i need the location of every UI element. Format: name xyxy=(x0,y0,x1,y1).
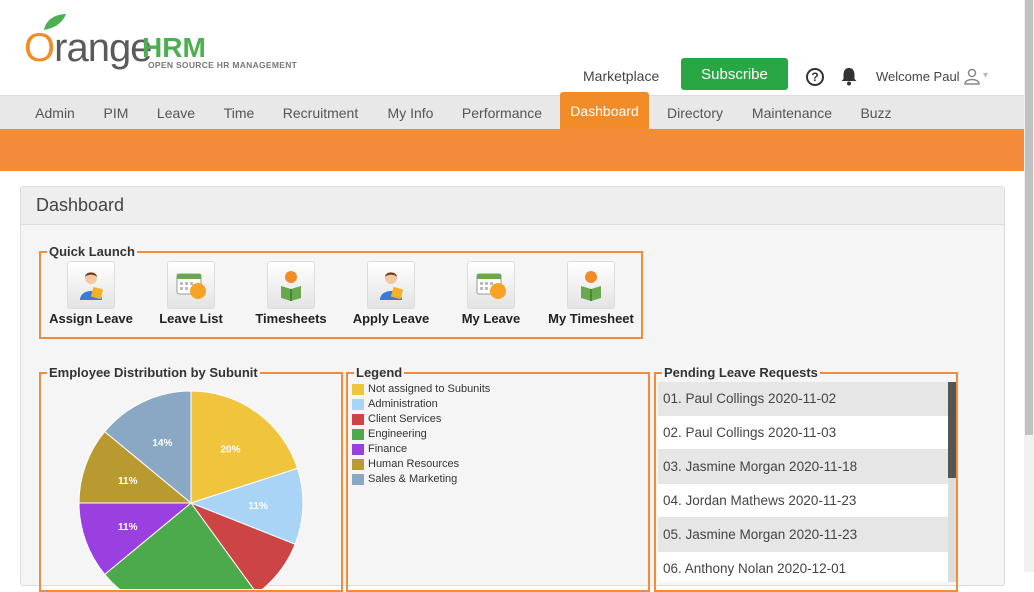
pie-data-label: 20% xyxy=(220,445,240,456)
quick-launch-label: Apply Leave xyxy=(352,311,430,326)
legend-item: Client Services xyxy=(352,412,441,426)
page-scrollbar-thumb[interactable] xyxy=(1025,0,1033,435)
menu-item-leave[interactable]: Leave xyxy=(142,96,210,130)
quick-launch-my-leave[interactable]: My Leave xyxy=(441,261,541,331)
quick-launch-timesheets[interactable]: Timesheets xyxy=(241,261,341,331)
chevron-down-icon[interactable]: ▾ xyxy=(983,70,988,81)
menu-item-directory[interactable]: Directory xyxy=(652,96,738,130)
menu-item-performance[interactable]: Performance xyxy=(448,96,556,130)
list-item[interactable]: 04. Jordan Mathews 2020-11-23 xyxy=(658,484,948,518)
panel-title: Dashboard xyxy=(21,187,1004,225)
pending-requests-box: Pending Leave Requests 01. Paul Collings… xyxy=(654,365,958,592)
legend-item: Engineering xyxy=(352,427,427,441)
person-leave-icon[interactable] xyxy=(67,261,115,309)
legend-swatch xyxy=(352,443,364,455)
pending-requests-title: Pending Leave Requests xyxy=(662,365,820,380)
quick-launch-label: Assign Leave xyxy=(49,311,133,326)
legend-swatch xyxy=(352,413,364,425)
welcome-user[interactable]: Welcome Paul xyxy=(876,69,960,84)
legend-box: Legend Not assigned to Subunits Administ… xyxy=(346,365,650,592)
legend-item: Administration xyxy=(352,397,438,411)
main-menu: Admin PIM Leave Time Recruitment My Info… xyxy=(0,92,1034,130)
quick-launch-apply-leave[interactable]: Apply Leave xyxy=(341,261,441,331)
menu-item-maintenance[interactable]: Maintenance xyxy=(738,96,846,130)
list-item[interactable]: 06. Anthony Nolan 2020-12-01 xyxy=(658,552,948,582)
pending-requests-list: 01. Paul Collings 2020-11-02 02. Paul Co… xyxy=(658,382,948,582)
menu-item-time[interactable]: Time xyxy=(210,96,268,130)
list-item[interactable]: 01. Paul Collings 2020-11-02 xyxy=(658,382,948,416)
menu-item-recruitment[interactable]: Recruitment xyxy=(268,96,373,130)
legend-item: Sales & Marketing xyxy=(352,472,457,486)
marketplace-link[interactable]: Marketplace xyxy=(583,68,659,84)
legend-item: Finance xyxy=(352,442,407,456)
legend-item: Human Resources xyxy=(352,457,459,471)
pie-data-label: 14% xyxy=(152,438,172,449)
quick-launch-label: My Leave xyxy=(461,311,521,326)
quick-launch-title: Quick Launch xyxy=(47,244,137,259)
quick-launch-leave-list[interactable]: Leave List xyxy=(141,261,241,331)
pie-data-label: 11% xyxy=(248,501,268,512)
pie-data-label: 11% xyxy=(118,476,138,487)
menu-item-dashboard[interactable]: Dashboard xyxy=(560,92,649,130)
person-book-icon[interactable] xyxy=(567,261,615,309)
pie-chart: 20% 11% 11% 11% 14% xyxy=(78,390,304,589)
menu-item-my-info[interactable]: My Info xyxy=(373,96,448,130)
legend-swatch xyxy=(352,383,364,395)
page-scrollbar[interactable] xyxy=(1024,0,1034,572)
quick-launch-label: Timesheets xyxy=(255,311,327,326)
menu-item-buzz[interactable]: Buzz xyxy=(846,96,906,130)
pending-requests-scrollbar-thumb[interactable] xyxy=(948,382,956,478)
menu-item-pim[interactable]: PIM xyxy=(90,96,142,130)
person-book-icon[interactable] xyxy=(267,261,315,309)
orange-banner xyxy=(0,129,1024,171)
logo-tagline: OPEN SOURCE HR MANAGEMENT xyxy=(148,60,298,70)
list-item[interactable]: 05. Jasmine Morgan 2020-11-23 xyxy=(658,518,948,552)
calendar-list-icon[interactable] xyxy=(167,261,215,309)
calendar-list-icon[interactable] xyxy=(467,261,515,309)
bell-icon[interactable] xyxy=(839,66,859,86)
logo-word: Orange xyxy=(24,26,152,70)
person-leave-icon[interactable] xyxy=(367,261,415,309)
list-item[interactable]: 02. Paul Collings 2020-11-03 xyxy=(658,416,948,450)
legend-swatch xyxy=(352,398,364,410)
quick-launch-box: Quick Launch Assign Leave Leave List Tim… xyxy=(39,244,643,339)
pending-requests-scrollbar[interactable] xyxy=(948,382,956,582)
orangehrm-logo[interactable]: Orange HRM OPEN SOURCE HR MANAGEMENT xyxy=(24,12,324,72)
quick-launch-label: My Timesheet xyxy=(548,311,634,326)
legend-item: Not assigned to Subunits xyxy=(352,382,490,396)
legend-title: Legend xyxy=(354,365,405,380)
pie-data-label: 11% xyxy=(118,522,138,533)
distribution-box: Employee Distribution by Subunit 20% 11% 1… xyxy=(39,365,343,592)
user-icon[interactable] xyxy=(963,67,981,85)
quick-launch-my-timesheet[interactable]: My Timesheet xyxy=(541,261,641,331)
legend-swatch xyxy=(352,458,364,470)
quick-launch-label: Leave List xyxy=(159,311,223,326)
quick-launch-assign-leave[interactable]: Assign Leave xyxy=(41,261,141,331)
dashboard-panel: Dashboard Quick Launch Assign Leave Leav… xyxy=(20,186,1005,592)
list-item[interactable]: 03. Jasmine Morgan 2020-11-18 xyxy=(658,450,948,484)
legend-swatch xyxy=(352,428,364,440)
help-icon[interactable]: ? xyxy=(806,68,824,86)
subscribe-button[interactable]: Subscribe xyxy=(681,58,788,90)
legend-swatch xyxy=(352,473,364,485)
menu-item-admin[interactable]: Admin xyxy=(20,96,90,130)
